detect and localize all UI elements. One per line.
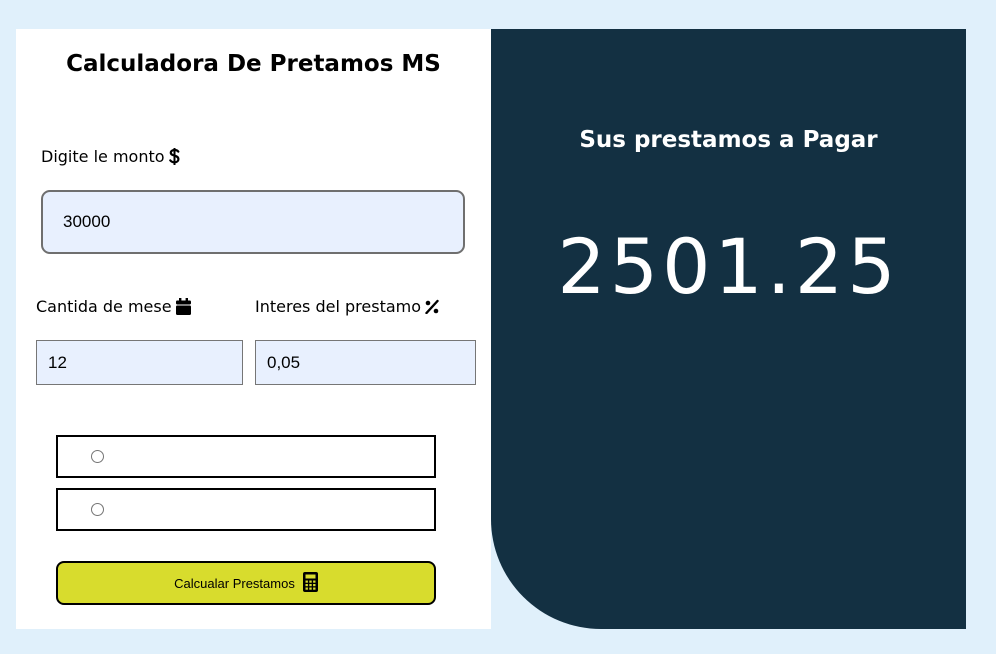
percent-icon — [425, 299, 439, 314]
result-value: 2501.25 — [557, 222, 900, 311]
interest-input[interactable] — [255, 340, 476, 385]
amount-label-text: Digite le monto — [41, 147, 165, 166]
result-panel: Sus prestamos a Pagar 2501.25 — [491, 29, 966, 629]
radio-option-2[interactable] — [56, 488, 436, 531]
page-title: Calculadora De Pretamos MS — [66, 51, 441, 77]
calendar-icon — [175, 298, 191, 315]
interest-label-text: Interes del prestamo — [255, 297, 422, 316]
months-input[interactable] — [36, 340, 243, 385]
months-label-text: Cantida de mese — [36, 297, 172, 316]
radio-button[interactable] — [91, 450, 104, 463]
interest-label: Interes del prestamo — [255, 297, 439, 316]
result-title: Sus prestamos a Pagar — [579, 127, 878, 153]
calculate-button[interactable]: Calcualar Prestamos — [56, 561, 436, 605]
radio-button[interactable] — [91, 503, 104, 516]
dollar-icon — [168, 148, 180, 165]
form-panel: Calculadora De Pretamos MS Digite le mon… — [16, 29, 491, 629]
calculator-icon — [302, 571, 318, 595]
radio-option-1[interactable] — [56, 435, 436, 478]
months-label: Cantida de mese — [36, 297, 191, 316]
amount-label: Digite le monto — [41, 147, 180, 166]
calculate-button-label: Calcualar Prestamos — [174, 575, 295, 591]
loan-calculator-app: Calculadora De Pretamos MS Digite le mon… — [16, 29, 966, 629]
amount-input[interactable] — [41, 190, 465, 254]
